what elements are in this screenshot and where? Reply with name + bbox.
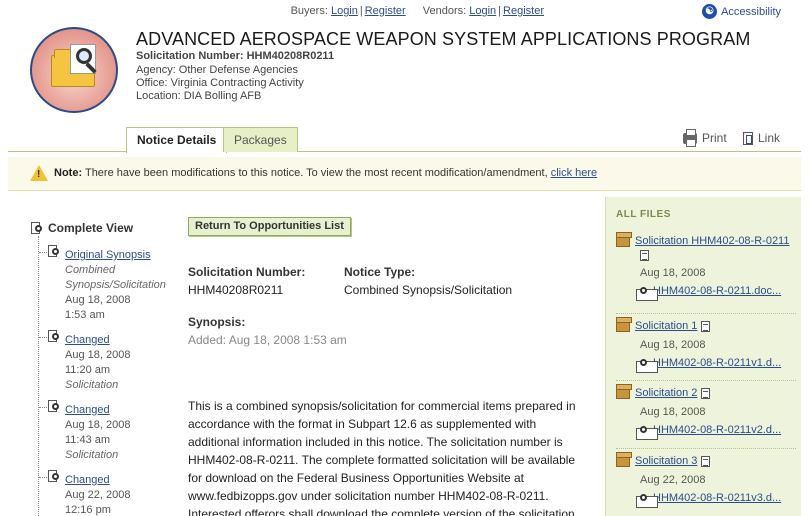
synopsis-label: Synopsis:: [188, 315, 246, 329]
accessibility-icon: ☯: [702, 4, 718, 19]
click-here-link[interactable]: click here: [551, 167, 597, 179]
link-button[interactable]: Link: [743, 131, 780, 145]
view-doc-icon: [31, 221, 44, 235]
notice-type-label: Notice Type:: [344, 265, 416, 279]
document-icon: [701, 387, 711, 399]
utility-bar: Buyers: Login | Register Vendors: Login | Re…: [290, 5, 544, 17]
file-item: Solicitation 2 Aug 18, 2008 HHM402-08-R-…: [616, 384, 796, 441]
timeline-item: Changed Aug 18, 2008 11:43 am Solicitati…: [48, 400, 130, 463]
print-button[interactable]: Print: [683, 128, 727, 147]
timeline-item: Changed Aug 18, 2008 11:20 am Solicitati…: [48, 330, 130, 393]
file-link[interactable]: Solicitation 3: [635, 455, 697, 467]
location-text: Location: DIA Bolling AFB: [136, 90, 262, 102]
solicitation-number-header: Solicitation Number: HHM40208R0211: [136, 50, 335, 62]
vendors-register-link[interactable]: Register: [503, 5, 544, 17]
package-icon: [616, 232, 632, 248]
buyers-login-link[interactable]: Login: [331, 5, 358, 17]
note-label: Note:: [54, 167, 83, 179]
timeline-item: Changed Aug 22, 2008 12:16 pm: [48, 470, 130, 516]
document-icon: [701, 455, 711, 467]
file-download-link[interactable]: HHM402-08-R-0211.doc...: [616, 284, 796, 302]
view-doc-icon: [636, 491, 658, 509]
tab-notice-details[interactable]: Notice Details: [126, 127, 228, 153]
magnifier-icon: [76, 48, 92, 64]
page: Buyers: Login | Register Vendors: Login | Re…: [0, 0, 809, 516]
solicitation-number-value: HHM40208R0211: [188, 283, 284, 297]
changed-link[interactable]: Changed: [65, 473, 110, 488]
view-doc-icon: [636, 423, 658, 441]
document-icon: [701, 320, 711, 332]
all-files-title: ALL FILES: [616, 209, 671, 220]
timeline-item: Original Synopsis Combined Synopsis/Soli…: [48, 245, 166, 323]
note-text: There have been modifications to this no…: [84, 167, 548, 179]
file-link[interactable]: Solicitation HHM402-08-R-0211: [635, 235, 789, 247]
solicitation-number-label: Solicitation Number:: [188, 265, 306, 279]
complete-view-label: Complete View: [48, 221, 134, 235]
accessibility-link[interactable]: ☯ Accessibility: [702, 4, 781, 19]
view-doc-icon: [48, 470, 61, 483]
link-label: Link: [758, 131, 781, 145]
modification-note: ! Note: There have been modifications to…: [8, 157, 801, 191]
tab-packages[interactable]: Packages: [223, 127, 298, 152]
vendors-login-link[interactable]: Login: [469, 5, 496, 17]
package-icon: [616, 384, 632, 400]
all-files-panel: ALL FILES Solicitation HHM402-08-R-0211 …: [605, 197, 801, 516]
print-label: Print: [702, 131, 727, 145]
view-doc-icon: [48, 330, 61, 343]
document-icon: [640, 249, 649, 261]
view-doc-icon: [636, 284, 658, 302]
changed-link[interactable]: Changed: [65, 333, 110, 348]
package-icon: [616, 452, 632, 468]
file-link[interactable]: Solicitation 2: [635, 387, 697, 399]
agency-text: Agency: Other Defense Agencies: [136, 64, 299, 76]
link-icon: [743, 131, 753, 145]
notice-type-value: Combined Synopsis/Solicitation: [344, 283, 513, 297]
view-doc-icon: [48, 245, 61, 258]
changed-link[interactable]: Changed: [65, 403, 110, 418]
file-download-link[interactable]: HHM402-08-R-0211v1.d...: [616, 356, 796, 374]
synopsis-added: Added: Aug 18, 2008 1:53 am: [188, 333, 347, 347]
accessibility-label: Accessibility: [721, 5, 781, 18]
file-item: Solicitation 3 Aug 22, 2008 HHM402-08-R-…: [616, 452, 796, 509]
site-logo: [30, 27, 118, 113]
office-text: Office: Virginia Contracting Activity: [136, 77, 304, 89]
file-download-link[interactable]: HHM402-08-R-0211v3.d...: [616, 491, 796, 509]
view-doc-icon: [48, 400, 61, 413]
print-icon: [683, 128, 697, 147]
package-icon: [616, 317, 632, 333]
buyers-register-link[interactable]: Register: [365, 5, 406, 17]
file-item: Solicitation HHM402-08-R-0211 Aug 18, 20…: [616, 232, 796, 302]
return-to-opportunities-button[interactable]: Return To Opportunities List: [188, 217, 351, 236]
vendors-label: Vendors:: [422, 5, 467, 17]
file-download-link[interactable]: HHM402-08-R-0211v2.d...: [616, 423, 796, 441]
file-link[interactable]: Solicitation 1: [635, 320, 697, 332]
file-item: Solicitation 1 Aug 18, 2008 HHM402-08-R-…: [616, 317, 796, 374]
complete-view-link[interactable]: Complete View: [31, 221, 133, 235]
synopsis-text: This is a combined synopsis/solicitation…: [188, 399, 576, 516]
buyers-label: Buyers:: [290, 5, 328, 17]
page-title: ADVANCED AEROSPACE WEAPON SYSTEM APPLICA…: [136, 29, 751, 49]
original-synopsis-link[interactable]: Original Synopsis: [65, 248, 151, 263]
view-doc-icon: [636, 356, 658, 374]
